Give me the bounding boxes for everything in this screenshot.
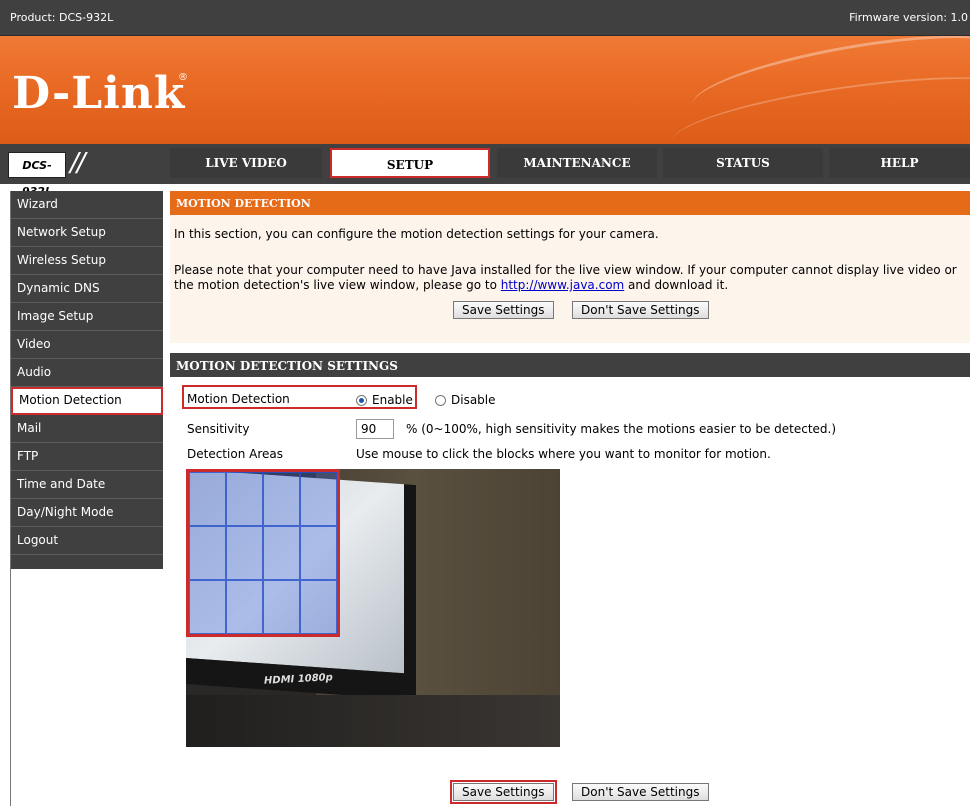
model-label: DCS-932L <box>8 152 66 198</box>
top-info-bar: Product: DCS-932L Firmware version: 1.0 <box>0 0 970 36</box>
disable-label[interactable]: Disable <box>451 393 496 407</box>
detection-block[interactable] <box>300 472 337 526</box>
enable-label[interactable]: Enable <box>372 393 413 407</box>
java-note: Please note that your computer need to h… <box>174 263 957 277</box>
settings-title: MOTION DETECTION SETTINGS <box>170 353 970 377</box>
sidebar: Wizard Network Setup Wireless Setup Dyna… <box>10 191 163 806</box>
detection-block[interactable] <box>263 526 300 580</box>
enable-radio[interactable] <box>356 395 367 406</box>
firmware-label: Firmware version: 1.0 <box>849 11 968 24</box>
detection-block[interactable] <box>300 526 337 580</box>
save-settings-button-top[interactable]: Save Settings <box>453 301 554 319</box>
sidebar-item-logout[interactable]: Logout <box>11 527 163 555</box>
tab-help[interactable]: HELP <box>829 148 970 178</box>
dont-save-settings-button-top[interactable]: Don't Save Settings <box>572 301 709 319</box>
java-note-suffix: and download it. <box>624 278 729 292</box>
model-badge: DCS-932L // <box>8 148 162 198</box>
sidebar-item-wireless-setup[interactable]: Wireless Setup <box>11 247 163 275</box>
sensitivity-label: Sensitivity <box>187 422 250 436</box>
camera-desk-shadow <box>186 695 560 747</box>
brand-banner: D-Link ® <box>0 36 970 144</box>
sidebar-item-motion-detection[interactable]: Motion Detection <box>11 387 163 415</box>
tab-maintenance[interactable]: MAINTENANCE <box>497 148 657 178</box>
sensitivity-input[interactable] <box>356 419 394 439</box>
sidebar-item-wizard[interactable]: Wizard <box>11 191 163 219</box>
model-slash-decoration: // <box>70 148 85 178</box>
java-link[interactable]: http://www.java.com <box>501 278 625 292</box>
registered-mark: ® <box>178 72 188 83</box>
detection-block[interactable] <box>226 526 263 580</box>
detection-block[interactable] <box>300 580 337 634</box>
sidebar-item-network-setup[interactable]: Network Setup <box>11 219 163 247</box>
tab-status[interactable]: STATUS <box>663 148 823 178</box>
detection-block[interactable] <box>226 580 263 634</box>
sidebar-item-video[interactable]: Video <box>11 331 163 359</box>
sensitivity-hint: % (0~100%, high sensitivity makes the mo… <box>406 422 837 436</box>
disable-radio[interactable] <box>435 395 446 406</box>
java-note-prefix: the motion detection's live view window,… <box>174 278 501 292</box>
detection-areas-label: Detection Areas <box>187 447 283 461</box>
content-area: MOTION DETECTION In this section, you ca… <box>170 191 970 806</box>
sidebar-item-dynamic-dns[interactable]: Dynamic DNS <box>11 275 163 303</box>
java-note-cont: the motion detection's live view window,… <box>174 278 728 292</box>
detection-areas-hint: Use mouse to click the blocks where you … <box>356 447 771 461</box>
product-label: Product: DCS-932L <box>10 11 114 24</box>
sidebar-item-audio[interactable]: Audio <box>11 359 163 387</box>
dlink-logo: D-Link <box>12 68 186 119</box>
detection-block[interactable] <box>263 580 300 634</box>
dont-save-settings-button-bottom[interactable]: Don't Save Settings <box>572 783 709 801</box>
detection-block[interactable] <box>189 472 226 526</box>
intro-panel: MOTION DETECTION In this section, you ca… <box>170 191 970 343</box>
sidebar-item-mail[interactable]: Mail <box>11 415 163 443</box>
tab-live-video[interactable]: LIVE VIDEO <box>170 148 322 178</box>
sidebar-item-day-night-mode[interactable]: Day/Night Mode <box>11 499 163 527</box>
sidebar-filler <box>11 555 163 569</box>
detection-block[interactable] <box>189 526 226 580</box>
tab-setup[interactable]: SETUP <box>330 148 490 178</box>
sidebar-item-time-and-date[interactable]: Time and Date <box>11 471 163 499</box>
detection-block[interactable] <box>226 472 263 526</box>
detection-block[interactable] <box>189 580 226 634</box>
intro-text: In this section, you can configure the m… <box>174 227 659 241</box>
save-settings-button-bottom[interactable]: Save Settings <box>450 780 557 804</box>
main-nav: DCS-932L // LIVE VIDEO SETUP MAINTENANCE… <box>0 144 970 198</box>
sidebar-item-image-setup[interactable]: Image Setup <box>11 303 163 331</box>
intro-title: MOTION DETECTION <box>170 191 970 215</box>
sidebar-item-ftp[interactable]: FTP <box>11 443 163 471</box>
detection-block[interactable] <box>263 472 300 526</box>
motion-detection-label: Motion Detection <box>187 392 290 406</box>
detection-grid <box>186 469 340 637</box>
